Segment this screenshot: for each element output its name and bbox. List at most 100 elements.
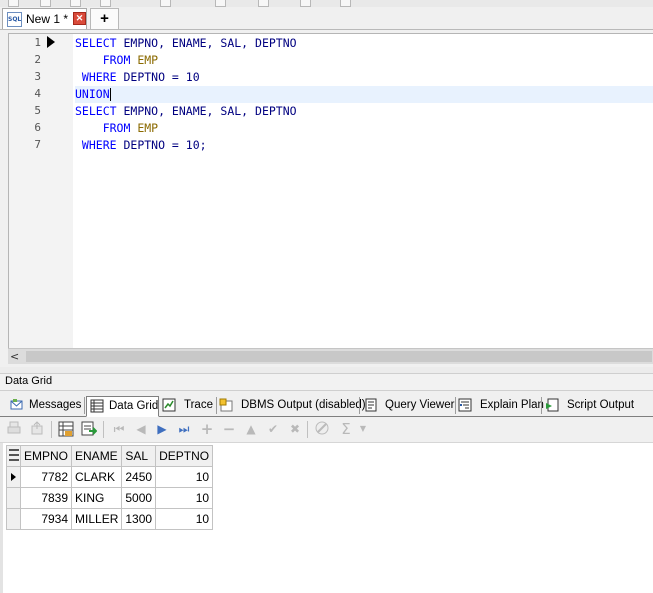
cell-empno[interactable]: 7934 bbox=[19, 508, 73, 530]
code-line[interactable]: WHERE DEPTNO = 10 bbox=[75, 69, 653, 86]
toolbar-button[interactable] bbox=[100, 0, 111, 7]
tab-trace[interactable]: Trace bbox=[162, 396, 214, 415]
sql-keyword: FROM bbox=[75, 121, 138, 135]
toolbar-button[interactable] bbox=[70, 0, 81, 7]
cell-empno[interactable]: 7839 bbox=[19, 487, 73, 509]
cell-deptno[interactable]: 10 bbox=[155, 487, 214, 509]
column-header-deptno[interactable]: DEPTNO bbox=[155, 445, 214, 467]
code-line[interactable]: WHERE DEPTNO = 10; bbox=[75, 137, 653, 154]
tab-messages[interactable]: Messages bbox=[10, 396, 83, 415]
toolbar-button[interactable] bbox=[300, 0, 311, 7]
cell-ename[interactable]: KING bbox=[71, 487, 123, 509]
tab-separator bbox=[455, 397, 456, 414]
code-line[interactable]: FROM EMP bbox=[75, 52, 653, 69]
clear-filter-icon[interactable] bbox=[314, 421, 330, 437]
tab-label: Explain Plan bbox=[480, 399, 544, 411]
code-text: DEPTNO = 10 bbox=[123, 70, 200, 84]
table-row[interactable]: 7782 CLARK 2450 10 bbox=[6, 466, 214, 488]
row-indicator[interactable] bbox=[6, 508, 21, 530]
line-number-gutter: 1 2 3 4 5 6 7 bbox=[9, 34, 73, 349]
tab-data-grid[interactable]: Data Grid bbox=[86, 396, 159, 417]
sum-icon[interactable]: Σ bbox=[338, 421, 354, 437]
next-record-icon[interactable]: ▶ bbox=[154, 421, 170, 437]
toolbar-separator bbox=[307, 421, 308, 438]
cell-deptno[interactable]: 10 bbox=[155, 508, 214, 530]
table-row[interactable]: 7934 MILLER 1300 10 bbox=[6, 508, 214, 530]
tab-separator bbox=[84, 397, 85, 414]
export-icon[interactable] bbox=[29, 421, 45, 437]
scrollbar-thumb[interactable] bbox=[26, 351, 652, 362]
tab-new-1[interactable]: SQL New 1 * ✕ bbox=[2, 8, 87, 29]
sql-keyword: WHERE bbox=[75, 70, 124, 84]
chevron-down-icon[interactable]: ▼ bbox=[355, 421, 371, 437]
post-edit-icon[interactable]: ✔ bbox=[265, 421, 281, 437]
editor-tab-bar: SQL New 1 * ✕ + bbox=[0, 7, 653, 30]
grid-menu-corner[interactable] bbox=[6, 445, 21, 467]
table-row[interactable]: 7839 KING 5000 10 bbox=[6, 487, 214, 509]
edit-record-icon[interactable]: ▲ bbox=[243, 421, 259, 437]
toolbar-button[interactable] bbox=[215, 0, 226, 7]
prior-record-icon[interactable]: ◀ bbox=[133, 421, 149, 437]
cell-empno[interactable]: 7782 bbox=[19, 466, 73, 488]
tab-label: Trace bbox=[184, 399, 213, 411]
results-tab-bar: Messages Data Grid Trace DBMS Output (di… bbox=[0, 395, 653, 417]
print-icon[interactable] bbox=[6, 421, 22, 437]
toolbar-button[interactable] bbox=[8, 0, 19, 7]
cell-sal[interactable]: 2450 bbox=[121, 466, 157, 488]
data-grid[interactable]: EMPNO ENAME SAL DEPTNO 7782 CLARK 2450 1… bbox=[0, 443, 653, 593]
tab-script-output[interactable]: Script Output bbox=[545, 396, 640, 415]
results-table: EMPNO ENAME SAL DEPTNO 7782 CLARK 2450 1… bbox=[6, 445, 214, 530]
single-record-view-icon[interactable] bbox=[58, 421, 74, 437]
tab-label: Script Output bbox=[567, 399, 635, 411]
cancel-edit-icon[interactable]: ✖ bbox=[287, 421, 303, 437]
tab-label: DBMS Output (disabled) bbox=[241, 399, 366, 411]
column-header-ename[interactable]: ENAME bbox=[71, 445, 123, 467]
last-record-icon[interactable]: ⏭ bbox=[176, 421, 192, 437]
trace-icon bbox=[162, 398, 176, 412]
line-number: 5 bbox=[34, 104, 41, 117]
table-header-row: EMPNO ENAME SAL DEPTNO bbox=[6, 445, 214, 467]
line-number: 2 bbox=[34, 53, 41, 66]
insert-record-icon[interactable]: + bbox=[199, 421, 215, 437]
text-cursor bbox=[109, 88, 111, 101]
row-indicator[interactable] bbox=[6, 487, 21, 509]
cell-deptno[interactable]: 10 bbox=[155, 466, 214, 488]
cell-sal[interactable]: 5000 bbox=[121, 487, 157, 509]
column-header-empno[interactable]: EMPNO bbox=[19, 445, 73, 467]
results-panel-title: Data Grid bbox=[0, 373, 653, 391]
scroll-left-arrow-icon[interactable]: < bbox=[10, 350, 19, 363]
cell-ename[interactable]: MILLER bbox=[71, 508, 123, 530]
close-tab-icon[interactable]: ✕ bbox=[73, 12, 86, 25]
first-record-icon[interactable]: ⏮ bbox=[111, 421, 127, 437]
grid-toolbar: ⏮ ◀ ▶ ⏭ + − ▲ ✔ ✖ Σ ▼ bbox=[0, 417, 653, 443]
code-line[interactable]: FROM EMP bbox=[75, 120, 653, 137]
code-line[interactable]: SELECT EMPNO, ENAME, SAL, DEPTNO bbox=[75, 103, 653, 120]
sql-keyword: FROM bbox=[75, 53, 138, 67]
sql-keyword: SELECT bbox=[75, 36, 124, 50]
tab-separator bbox=[541, 397, 542, 414]
tab-query-viewer[interactable]: Query Viewer bbox=[364, 396, 454, 415]
cell-sal[interactable]: 1300 bbox=[121, 508, 157, 530]
toolbar-button[interactable] bbox=[340, 0, 351, 7]
delete-record-icon[interactable]: − bbox=[221, 421, 237, 437]
export-grid-icon[interactable] bbox=[81, 421, 98, 437]
code-line[interactable]: UNION bbox=[75, 86, 653, 103]
toolbar-separator bbox=[103, 421, 104, 438]
row-indicator[interactable] bbox=[6, 466, 21, 488]
cell-ename[interactable]: CLARK bbox=[71, 466, 123, 488]
code-line[interactable]: SELECT EMPNO, ENAME, SAL, DEPTNO bbox=[75, 35, 653, 52]
tab-separator bbox=[216, 397, 217, 414]
column-header-sal[interactable]: SAL bbox=[121, 445, 157, 467]
data-grid-icon bbox=[90, 399, 104, 413]
tab-explain-plan[interactable]: Explain Plan bbox=[458, 396, 544, 415]
editor-horizontal-scrollbar[interactable]: < bbox=[8, 348, 653, 364]
sql-editor[interactable]: 1 2 3 4 5 6 7 SELECT EMPNO, ENAME, SAL, DEPTNO… bbox=[8, 33, 653, 349]
table-name: EMP bbox=[137, 121, 159, 135]
new-tab-button[interactable]: + bbox=[90, 8, 119, 29]
toolbar-button[interactable] bbox=[40, 0, 51, 7]
tab-dbms-output[interactable]: DBMS Output (disabled) bbox=[219, 396, 366, 415]
tab-label: Data Grid bbox=[109, 400, 159, 412]
toolbar-button[interactable] bbox=[258, 0, 269, 7]
toolbar-button[interactable] bbox=[160, 0, 171, 7]
table-name: EMP bbox=[137, 53, 159, 67]
